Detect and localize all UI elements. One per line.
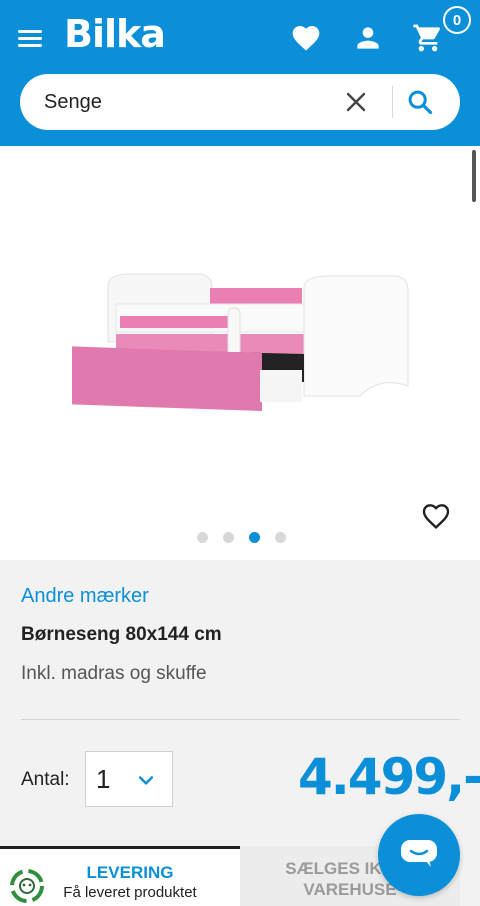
quantity-label: Antal:	[21, 769, 70, 790]
chat-icon	[401, 840, 437, 867]
favorites-heart-icon[interactable]	[290, 22, 322, 54]
gallery-dot-active[interactable]	[249, 532, 260, 543]
tab-store-line2: VAREHUSE	[303, 880, 397, 899]
chevron-down-icon	[138, 776, 154, 785]
product-title: Børneseng 80x144 cm	[21, 624, 222, 645]
gallery-dot[interactable]	[223, 532, 234, 543]
product-subtitle: Inkl. madras og skuffe	[21, 663, 207, 684]
user-icon[interactable]	[352, 22, 384, 54]
gallery-dot[interactable]	[197, 532, 208, 543]
cart-icon[interactable]	[412, 22, 444, 54]
divider	[21, 719, 460, 720]
menu-icon[interactable]	[18, 28, 44, 48]
logo[interactable]: Bilka	[64, 12, 166, 56]
quantity-value: 1	[96, 764, 111, 794]
close-icon[interactable]	[344, 90, 368, 114]
cart-count-badge[interactable]: 0	[443, 6, 471, 34]
tab-delivery[interactable]: LEVERING Få leveret produktet	[0, 846, 240, 906]
tab-delivery-title: LEVERING	[86, 863, 174, 882]
app-header: Bilka 0	[0, 0, 480, 146]
favorite-heart-icon[interactable]	[420, 500, 452, 532]
tab-delivery-subtitle: Få leveret produktet	[63, 884, 197, 901]
product-price: 4.499,-	[298, 748, 480, 806]
search-bar	[20, 74, 460, 130]
product-brand-link[interactable]: Andre mærker	[21, 585, 149, 608]
product-image	[72, 273, 409, 412]
gallery-dot[interactable]	[275, 532, 286, 543]
quantity-select[interactable]: 1	[85, 751, 173, 807]
page-scrollbar[interactable]	[472, 150, 476, 202]
search-icon[interactable]	[406, 88, 434, 116]
search-input[interactable]	[44, 88, 344, 116]
chat-button[interactable]	[378, 814, 460, 896]
search-divider	[392, 86, 393, 118]
product-gallery[interactable]	[0, 146, 480, 560]
